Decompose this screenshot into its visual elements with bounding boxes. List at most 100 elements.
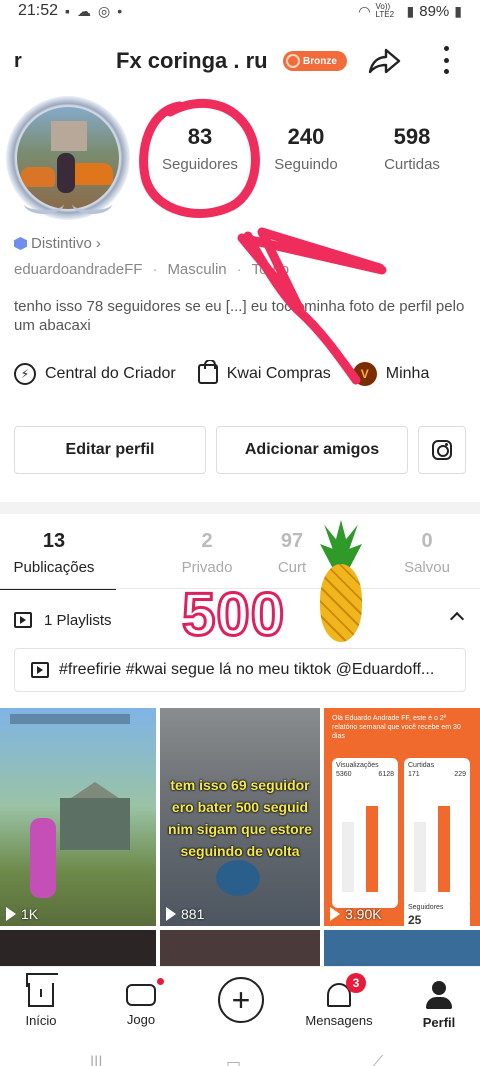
followers-label: Seguidores — [162, 156, 238, 173]
video-views: 881 — [166, 906, 204, 922]
more-options-icon[interactable] — [434, 42, 458, 78]
video-thumbnail[interactable] — [160, 930, 320, 966]
chevron-up-icon[interactable] — [449, 611, 465, 627]
tab-saved-label: Salvou — [404, 559, 450, 576]
home-pill-icon[interactable]: ▭ — [226, 1054, 241, 1066]
dot-icon: • — [117, 3, 123, 19]
following-stat[interactable]: 240 Seguindo — [264, 124, 348, 173]
tab-private-label: Privado — [181, 559, 233, 576]
nav-profile-label: Perfil — [422, 1015, 456, 1030]
sim-icon: ▪ — [65, 3, 71, 19]
back-icon[interactable]: ⟋ — [372, 1054, 383, 1066]
tab-publications[interactable]: 13 Publicações — [6, 530, 102, 576]
nav-profile[interactable]: Perfil — [394, 979, 480, 1030]
playlists-label: 1 Playlists — [44, 611, 112, 629]
section-divider — [0, 502, 480, 514]
likes-stat[interactable]: 598 Curtidas — [376, 124, 448, 173]
whatsapp-icon: ◎ — [98, 2, 111, 19]
profile-gender: Masculin — [167, 261, 227, 278]
video-thumbnail[interactable] — [0, 930, 156, 966]
video-thumbnail[interactable] — [324, 930, 480, 966]
profile-sign: Touro — [251, 261, 290, 278]
profile-header: r Fx coringa . ru Bronze — [0, 34, 480, 86]
status-bar: 21:52 ▪ ☁ ◎ • ◠ Vo)) LTE2 ▮ 89% ▮ — [0, 0, 480, 22]
gamepad-icon — [126, 978, 164, 1006]
tab-private-count: 2 — [201, 530, 213, 552]
home-icon — [28, 983, 54, 1007]
instagram-button[interactable] — [418, 426, 466, 474]
share-icon[interactable] — [366, 46, 402, 76]
nav-messages-label: Mensagens — [305, 1013, 373, 1028]
cloud-icon: ☁ — [77, 2, 92, 19]
bolt-icon: ⚡ — [14, 363, 36, 385]
playlist-icon — [14, 612, 32, 628]
video-views: 1K — [6, 906, 38, 922]
sticker-500: 500 — [180, 580, 286, 650]
profile-meta: eduardoandradeFF · Masculin · Touro — [14, 261, 290, 278]
signal-icon: ▮ — [406, 2, 415, 19]
video-thumbnail[interactable]: tem isso 69 seguidor ero bater 500 segui… — [160, 708, 320, 926]
video-caption: tem isso 69 seguidor ero bater 500 segui… — [168, 777, 312, 859]
level-badge[interactable]: Bronze — [283, 51, 347, 71]
shortcuts-row: ⚡ Central do Criador Kwai Compras V Minh… — [14, 360, 480, 388]
weekly-report-header: Olá Eduardo Andrade FF, este é o 2º rela… — [332, 715, 461, 740]
edit-profile-button[interactable]: Editar perfil — [14, 426, 206, 474]
chevron-right-icon: › — [95, 235, 101, 252]
avatar[interactable] — [6, 96, 130, 220]
nav-messages[interactable]: 3 Mensagens — [294, 973, 384, 1028]
playlist-item[interactable]: #freefirie #kwai segue lá no meu tiktok … — [14, 648, 466, 692]
nav-game-label: Jogo — [126, 1012, 156, 1027]
tab-liked-count: 97 — [280, 530, 304, 552]
nav-home-label: Início — [25, 1013, 57, 1028]
following-label: Seguindo — [274, 156, 338, 173]
profile-handle: eduardoandradeFF — [14, 261, 143, 278]
add-friends-button[interactable]: Adicionar amigos — [216, 426, 408, 474]
tab-publications-label: Publicações — [13, 559, 95, 576]
likes-label: Curtidas — [384, 156, 440, 173]
my-wallet-link[interactable]: V Minha — [352, 362, 430, 386]
bottom-navigation: Início Jogo + 3 Mensagens Perfil — [0, 966, 480, 1040]
hexagon-badge-icon — [14, 237, 27, 250]
instagram-icon — [432, 440, 452, 460]
tab-saved-count: 0 — [421, 530, 433, 552]
followers-count: 83 — [187, 124, 213, 149]
person-icon — [426, 981, 452, 1009]
creator-center-label: Central do Criador — [45, 365, 176, 382]
level-badge-label: Bronze — [303, 55, 337, 67]
pineapple-icon — [314, 520, 368, 642]
video-thumbnail[interactable]: Olá Eduardo Andrade FF, este é o 2º rela… — [324, 708, 480, 926]
video-views: 3.90K — [330, 906, 382, 922]
video-views-count: 1K — [21, 906, 39, 922]
page-title: Fx coringa . ru — [116, 48, 268, 73]
distinct-badge-link[interactable]: Distintivo › — [14, 235, 101, 252]
followers-stat[interactable]: 83 Seguidores — [152, 124, 248, 173]
playlist-icon — [31, 662, 49, 678]
video-thumbnail[interactable]: 1K — [0, 708, 156, 926]
clock: 21:52 — [18, 2, 59, 19]
video-views-count: 3.90K — [345, 906, 382, 922]
nav-create[interactable]: + — [196, 977, 286, 1023]
laurel-left-icon — [24, 194, 64, 214]
bag-icon — [197, 360, 218, 384]
nav-home[interactable]: Início — [0, 979, 86, 1028]
my-wallet-label: Minha — [385, 365, 430, 382]
wifi-icon: ◠ — [358, 2, 371, 19]
weekly-report-card: Visualizações 5360 6128 Curtidas 171 229 S… — [332, 758, 472, 926]
battery-level: 89% — [419, 2, 450, 20]
tab-saved[interactable]: 0 Salvou — [400, 530, 454, 576]
tab-publications-count: 13 — [42, 530, 66, 552]
video-grid: 1K tem isso 69 seguidor ero bater 500 se… — [0, 708, 480, 966]
play-icon — [6, 907, 16, 921]
laurel-right-icon — [72, 194, 112, 214]
battery-icon: ▮ — [454, 2, 462, 19]
creator-center-link[interactable]: ⚡ Central do Criador — [14, 363, 176, 385]
kwai-shop-label: Kwai Compras — [226, 365, 331, 382]
tab-liked[interactable]: 97 Curt — [272, 530, 312, 576]
recent-apps-icon[interactable]: ||| — [90, 1054, 102, 1066]
notification-dot — [157, 978, 164, 985]
network-label: Vo)) LTE2 — [375, 2, 395, 19]
tab-private[interactable]: 2 Privado — [178, 530, 236, 576]
kwai-shop-link[interactable]: Kwai Compras — [197, 360, 331, 384]
nav-game[interactable]: Jogo — [96, 978, 186, 1027]
following-count: 240 — [287, 124, 325, 149]
